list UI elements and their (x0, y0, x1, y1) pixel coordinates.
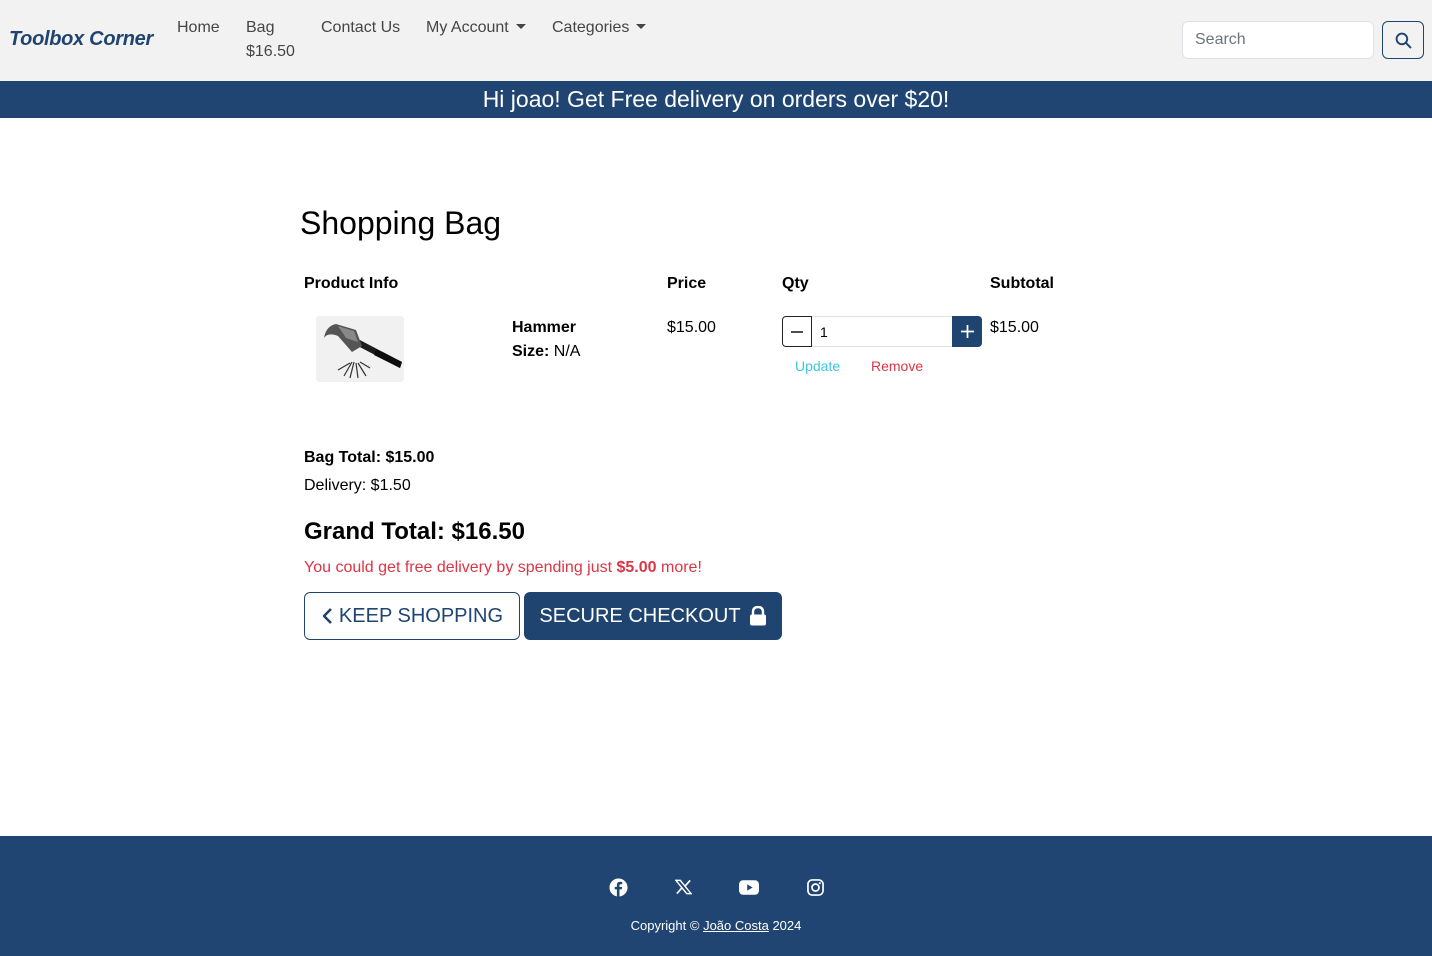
qty-decrement-button[interactable] (782, 316, 812, 347)
nav-home[interactable]: Home (177, 16, 220, 40)
free-msg-pre: You could get free delivery by spending … (304, 559, 617, 576)
product-size-value: N/A (553, 343, 581, 360)
copyright-post: 2024 (768, 918, 802, 933)
product-size: Size: N/A (512, 340, 580, 364)
keep-shopping-button[interactable]: KEEP SHOPPING (304, 592, 520, 640)
nav-categories-label: Categories (552, 19, 630, 36)
caret-down-icon (515, 23, 526, 29)
remove-link[interactable]: Remove (871, 358, 923, 374)
delivery-banner: Hi joao! Get Free delivery on orders ove… (0, 81, 1432, 118)
caret-down-icon (636, 23, 647, 29)
brand-logo[interactable]: Toolbox Corner (9, 28, 153, 51)
nav-bag-label: Bag (246, 19, 275, 36)
nav-contact[interactable]: Contact Us (321, 16, 400, 40)
facebook-icon[interactable] (608, 877, 628, 897)
search-icon (1395, 32, 1411, 48)
column-header-price: Price (667, 275, 707, 292)
nav-my-account-label: My Account (426, 19, 509, 36)
product-name: Hammer (512, 319, 577, 336)
search-button[interactable] (1382, 21, 1424, 59)
footer (0, 836, 1432, 956)
author-link[interactable]: João Costa (703, 918, 769, 933)
free-msg-amount: $5.00 (616, 559, 657, 576)
nav-my-account[interactable]: My Account (426, 16, 526, 40)
nav-bag[interactable]: Bag $16.50 (246, 16, 295, 64)
secure-checkout-button[interactable]: SECURE CHECKOUT (524, 592, 782, 640)
column-header-product-info: Product Info (304, 275, 399, 292)
nav-categories[interactable]: Categories (552, 16, 647, 40)
update-link[interactable]: Update (795, 358, 840, 374)
copyright: Copyright © João Costa 2024 (0, 918, 1432, 933)
qty-increment-button[interactable] (952, 316, 982, 347)
keep-shopping-label: KEEP SHOPPING (338, 604, 504, 627)
qty-input[interactable] (812, 316, 953, 347)
page-title: Shopping Bag (300, 205, 502, 241)
product-image (316, 316, 404, 382)
minus-icon (791, 330, 803, 333)
search-input[interactable] (1182, 21, 1374, 59)
delivery-cost: Delivery: $1.50 (304, 477, 411, 494)
chevron-left-icon (322, 608, 332, 624)
navbar: Toolbox Corner Home Bag $16.50 Contact U… (0, 0, 1432, 81)
product-subtotal: $15.00 (990, 319, 1039, 336)
column-header-qty: Qty (782, 275, 809, 292)
free-delivery-message: You could get free delivery by spending … (304, 559, 702, 577)
secure-checkout-label: SECURE CHECKOUT (539, 604, 741, 627)
free-msg-post: more! (656, 559, 702, 576)
product-size-label: Size: (512, 343, 550, 360)
instagram-icon[interactable] (805, 877, 825, 897)
copyright-pre: Copyright © (630, 918, 704, 933)
product-details: Hammer Size: N/A (512, 316, 580, 364)
column-header-subtotal: Subtotal (990, 275, 1054, 292)
youtube-icon[interactable] (739, 877, 759, 897)
grand-total: Grand Total: $16.50 (304, 518, 525, 545)
x-icon[interactable] (673, 877, 693, 897)
lock-icon (749, 606, 766, 626)
bag-total: Bag Total: $15.00 (304, 449, 435, 466)
product-price: $15.00 (667, 319, 716, 336)
nav-bag-total: $16.50 (246, 43, 295, 60)
plus-icon (960, 325, 974, 338)
